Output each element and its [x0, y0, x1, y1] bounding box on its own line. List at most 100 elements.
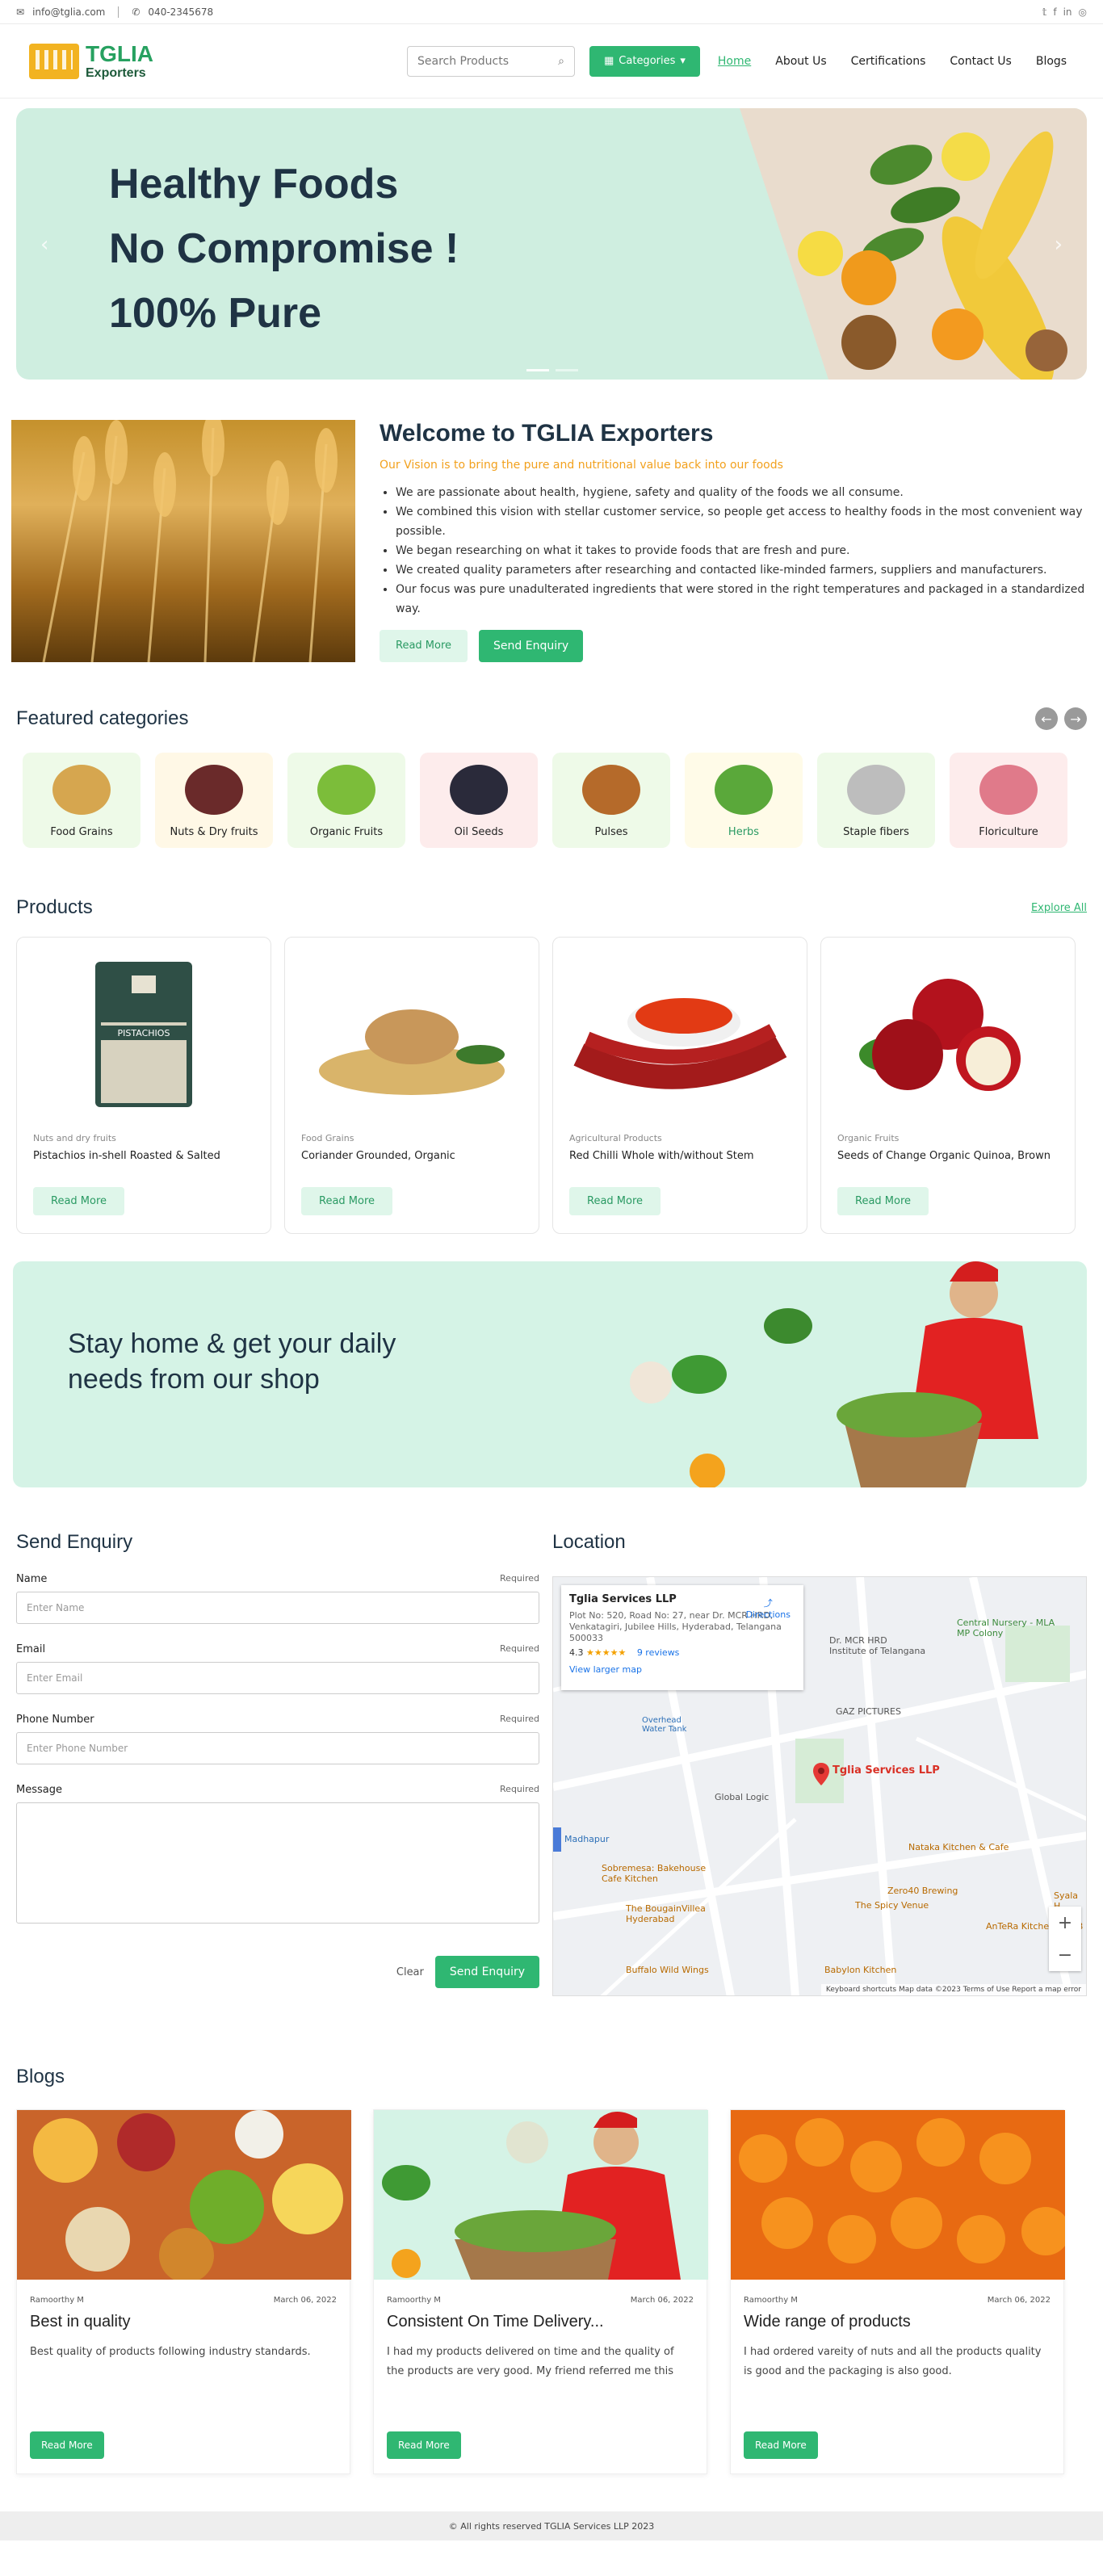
arrow-left-icon[interactable]: ←	[1035, 707, 1058, 730]
map-label: Nataka Kitchen & Cafe	[908, 1842, 1009, 1852]
category-image	[715, 765, 773, 815]
welcome-bullet: We began researching on what it takes to…	[396, 541, 1092, 560]
top-contact: ✉ info@tglia.com ✆ 040-2345678	[16, 6, 213, 18]
slide-indicator-1[interactable]	[526, 369, 549, 371]
blog-title[interactable]: Best in quality	[17, 2313, 350, 2331]
hero-produce-image	[740, 108, 1087, 380]
directions-icon: ⤴	[763, 1598, 773, 1609]
facebook-icon[interactable]: f	[1053, 6, 1056, 18]
email-input[interactable]: Enter Email	[16, 1662, 539, 1694]
logo[interactable]: TGLIA Exporters	[29, 42, 407, 80]
arrow-right-icon[interactable]: →	[1064, 707, 1087, 730]
zoom-out-button[interactable]: −	[1049, 1939, 1081, 1971]
form-actions: Clear Send Enquiry	[16, 1956, 539, 1988]
product-read-more-button[interactable]: Read More	[569, 1187, 661, 1215]
send-enquiry-button[interactable]: Send Enquiry	[479, 630, 584, 662]
nav-contact[interactable]: Contact Us	[950, 55, 1011, 68]
promo-banner: Stay home & get your daily needs from ou…	[13, 1261, 1087, 1487]
categories-button[interactable]: ▦ Categories ▾	[589, 45, 700, 77]
prev-slide-icon[interactable]: ‹	[40, 233, 48, 257]
field-label: Phone Number	[16, 1714, 94, 1726]
nav-about[interactable]: About Us	[775, 55, 826, 68]
category-card[interactable]: Oil Seeds	[420, 753, 538, 848]
instagram-icon[interactable]: ◎	[1079, 6, 1087, 18]
blog-card[interactable]: Ramoorthy M March 06, 2022 Wide range of…	[730, 2109, 1070, 2474]
product-read-more-button[interactable]: Read More	[33, 1187, 125, 1215]
category-image	[185, 765, 243, 815]
map-pin-icon[interactable]	[813, 1763, 829, 1785]
field-label: Email	[16, 1643, 46, 1655]
linkedin-icon[interactable]: in	[1063, 6, 1072, 18]
slide-indicator-2[interactable]	[556, 369, 578, 371]
product-card[interactable]: PISTACHIOS Nuts and dry fruits Pistachio…	[16, 937, 271, 1234]
field-label-row: Phone Number Required	[16, 1714, 539, 1726]
product-card[interactable]: Food Grains Coriander Grounded, Organic …	[284, 937, 539, 1234]
product-name[interactable]: Coriander Grounded, Organic	[301, 1150, 522, 1162]
twitter-icon[interactable]: 𝕥	[1042, 6, 1047, 18]
product-read-more-button[interactable]: Read More	[301, 1187, 393, 1215]
map-label: Babylon Kitchen	[824, 1965, 897, 1975]
banner-line1: Stay home & get your daily	[68, 1328, 396, 1359]
phone-field: Phone Number Required Enter Phone Number	[16, 1714, 539, 1764]
required-label: Required	[500, 1714, 539, 1724]
larger-map-link[interactable]: View larger map	[569, 1664, 795, 1675]
pistachio-bag-illustration: PISTACHIOS	[95, 962, 192, 1107]
nav-blogs[interactable]: Blogs	[1036, 55, 1067, 68]
category-image	[979, 765, 1038, 815]
product-card[interactable]: Organic Fruits Seeds of Change Organic Q…	[820, 937, 1076, 1234]
product-name[interactable]: Pistachios in-shell Roasted & Salted	[33, 1150, 254, 1162]
products-title: Products	[16, 896, 93, 918]
blog-card[interactable]: Ramoorthy M March 06, 2022 Consistent On…	[373, 2109, 708, 2474]
read-more-button[interactable]: Read More	[380, 630, 468, 662]
category-label: Floriculture	[979, 826, 1038, 838]
search-icon[interactable]: ⌕	[558, 55, 564, 68]
product-card[interactable]: Agricultural Products Red Chilli Whole w…	[552, 937, 807, 1234]
blog-author: Ramoorthy M	[744, 2296, 798, 2305]
phone-input[interactable]: Enter Phone Number	[16, 1732, 539, 1764]
search-input[interactable]: Search Products ⌕	[407, 45, 575, 77]
zoom-in-button[interactable]: +	[1049, 1907, 1081, 1939]
category-card[interactable]: Herbs	[685, 753, 803, 848]
nav-home[interactable]: Home	[718, 55, 751, 68]
blog-card[interactable]: Ramoorthy M March 06, 2022 Best in quali…	[16, 2109, 351, 2474]
blog-date: March 06, 2022	[630, 2296, 694, 2305]
nav-certifications[interactable]: Certifications	[851, 55, 926, 68]
product-read-more-button[interactable]: Read More	[837, 1187, 929, 1215]
map-label: Global Logic	[715, 1792, 770, 1802]
category-card[interactable]: Food Grains	[23, 753, 140, 848]
apple-illustration	[859, 979, 1021, 1091]
product-image	[301, 954, 522, 1115]
submit-enquiry-button[interactable]: Send Enquiry	[434, 1956, 539, 1988]
blog-read-more-button[interactable]: Read More	[744, 2431, 818, 2459]
blog-title[interactable]: Consistent On Time Delivery...	[374, 2313, 707, 2331]
explore-all-link[interactable]: Explore All	[1031, 902, 1087, 914]
top-email[interactable]: info@tglia.com	[32, 6, 105, 18]
category-image	[52, 765, 111, 815]
phone-icon: ✆	[132, 6, 140, 18]
next-slide-icon[interactable]: ›	[1055, 233, 1063, 257]
reviews-link[interactable]: 9 reviews	[637, 1647, 680, 1658]
category-card[interactable]: Floriculture	[950, 753, 1067, 848]
top-phone[interactable]: 040-2345678	[148, 6, 213, 18]
category-card[interactable]: Pulses	[552, 753, 670, 848]
blog-read-more-button[interactable]: Read More	[387, 2431, 461, 2459]
message-textarea[interactable]	[16, 1802, 539, 1924]
blog-title[interactable]: Wide range of products	[731, 2313, 1063, 2331]
products-header: Products Explore All	[16, 896, 1087, 919]
category-card[interactable]: Organic Fruits	[287, 753, 405, 848]
blog-read-more-button[interactable]: Read More	[30, 2431, 104, 2459]
search-placeholder: Search Products	[417, 54, 509, 68]
site-header: TGLIA Exporters Search Products ⌕ ▦ Cate…	[0, 24, 1103, 99]
category-card[interactable]: Staple fibers	[817, 753, 935, 848]
name-input[interactable]: Enter Name	[16, 1592, 539, 1624]
welcome-list: We are passionate about health, hygiene,…	[380, 483, 1092, 619]
delivery-person-illustration	[630, 1261, 1038, 1487]
directions-button[interactable]: ⤴ Directions	[746, 1596, 791, 1620]
category-card[interactable]: Nuts & Dry fruits	[155, 753, 273, 848]
product-category: Agricultural Products	[569, 1133, 662, 1143]
product-name[interactable]: Red Chilli Whole with/without Stem	[569, 1150, 791, 1162]
clear-button[interactable]: Clear	[396, 1966, 424, 1978]
embedded-map[interactable]: Dr. MCR HRD Institute of Telangana Centr…	[552, 1576, 1087, 1996]
field-label: Name	[16, 1573, 48, 1585]
product-name[interactable]: Seeds of Change Organic Quinoa, Brown	[837, 1150, 1059, 1162]
